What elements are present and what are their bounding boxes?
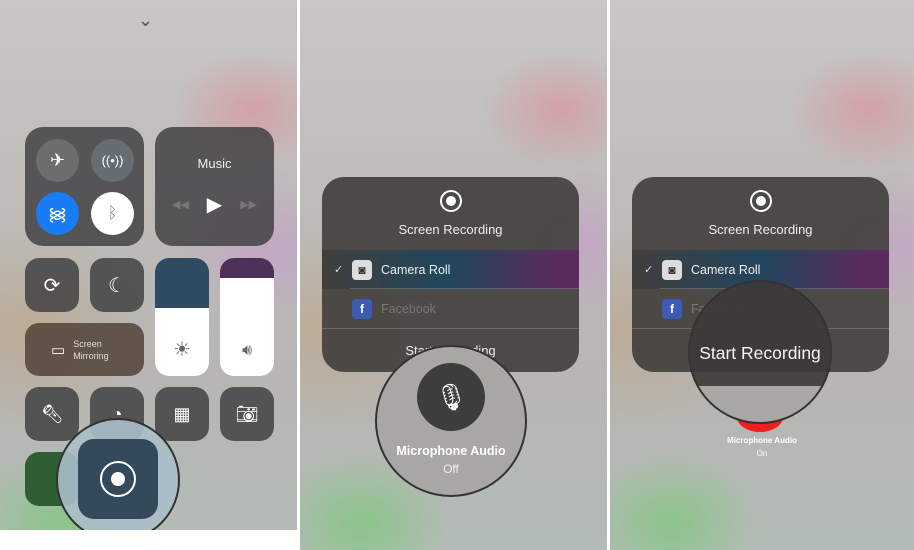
screen-mirroring-button[interactable]: ▭ Screen Mirroring [25, 323, 144, 376]
screen-recording-panel-start: Screen Recording ✓ ◙ Camera Roll f Faceb… [610, 0, 914, 550]
magnifier: 🎙︎ Microphone Audio Off [375, 345, 527, 497]
screen-mirroring-label: Screen Mirroring [73, 338, 109, 361]
destination-label: Camera Roll [381, 262, 451, 277]
checkmark-icon: ✓ [644, 264, 654, 276]
cellular-data-icon[interactable]: ((•)) [91, 139, 134, 182]
screen-recording-button[interactable] [78, 439, 158, 519]
music-label: Music [197, 155, 232, 171]
brightness-slider[interactable]: ☀ [155, 258, 209, 376]
popup-title: Screen Recording [398, 222, 503, 237]
magnifier: Start Recording [688, 280, 832, 424]
facebook-icon: f [352, 298, 372, 319]
airplay-icon: ▭ [51, 341, 66, 359]
destination-camera-roll[interactable]: ✓ ◙ Camera Roll [322, 250, 579, 289]
facebook-icon: f [662, 298, 682, 319]
camera-icon[interactable]: 📷︎ [220, 387, 274, 441]
destination-label: Facebook [381, 301, 436, 316]
microphone-state: Off [443, 462, 459, 476]
flashlight-icon[interactable]: 🔦︎ [25, 387, 79, 441]
record-icon [749, 190, 772, 212]
destination-facebook[interactable]: f Facebook [322, 289, 579, 328]
record-icon [100, 461, 136, 497]
sun-icon: ☀ [173, 339, 191, 361]
calculator-icon[interactable]: ▦ [155, 387, 209, 441]
magnifier [56, 418, 180, 542]
camera-roll-icon: ◙ [352, 259, 372, 280]
microphone-button[interactable]: 🎙︎ [417, 363, 485, 431]
microphone-icon: 🎙︎ [434, 381, 468, 412]
music-module: Music ◀◀ ▶ ▶▶ [155, 127, 274, 246]
bluetooth-icon[interactable]: ᛒ [91, 192, 134, 235]
play-icon[interactable]: ▶ [207, 192, 222, 217]
bottom-bar [0, 530, 297, 550]
microphone-state: On [756, 449, 768, 458]
microphone-audio-label: Microphone Audio [727, 436, 797, 445]
wifi-icon[interactable]: ᯼ [36, 192, 79, 235]
record-icon [439, 190, 462, 212]
speaker-icon: 🔊︎ [241, 342, 253, 359]
start-recording-button[interactable]: Start Recording [690, 343, 830, 364]
camera-roll-icon: ◙ [662, 259, 682, 280]
screen-recording-panel: Screen Recording ✓ ◙ Camera Roll f Faceb… [300, 0, 607, 550]
fast-forward-icon[interactable]: ▶▶ [240, 198, 257, 211]
airplane-mode-icon[interactable]: ✈ [36, 139, 79, 182]
microphone-audio-label: Microphone Audio [396, 444, 506, 458]
do-not-disturb-icon[interactable]: ☾ [90, 258, 144, 312]
volume-slider[interactable]: 🔊︎ [220, 258, 274, 376]
popup-title: Screen Recording [708, 222, 813, 237]
screen-recording-popup: Screen Recording ✓ ◙ Camera Roll f Faceb… [322, 177, 579, 372]
destination-label: Camera Roll [691, 262, 761, 277]
control-center-panel: ⌄ ✈ ((•)) ᯼ ᛒ Music ◀◀ ▶ ▶▶ ⟳ ☾ ☀ 🔊︎ ▭ S… [0, 0, 297, 550]
rewind-icon[interactable]: ◀◀ [172, 198, 189, 211]
checkmark-icon: ✓ [334, 264, 344, 276]
rotation-lock-icon[interactable]: ⟳ [25, 258, 79, 312]
chevron-down-icon[interactable]: ⌄ [138, 10, 153, 31]
